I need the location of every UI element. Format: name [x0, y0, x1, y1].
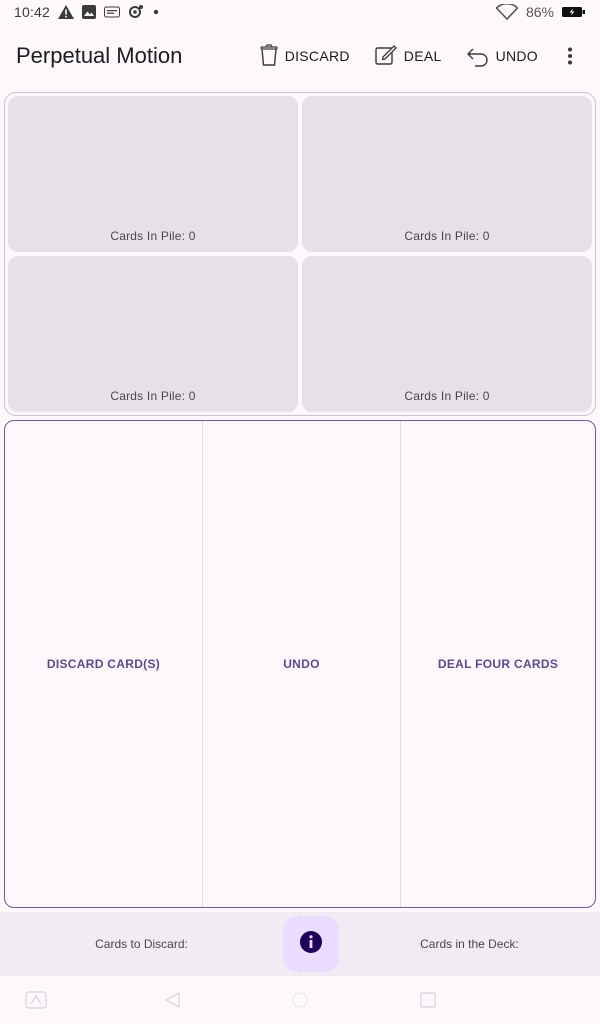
- status-bar: 10:42 86%: [0, 0, 600, 24]
- app-title: Perpetual Motion: [16, 43, 183, 68]
- undo-action-label: UNDO: [495, 48, 538, 64]
- info-bar: Cards to Discard: Cards in the Deck:: [0, 912, 600, 976]
- back-icon[interactable]: [160, 990, 184, 1010]
- image-icon: [82, 5, 97, 19]
- cards-in-deck-label: Cards in the Deck:: [420, 937, 519, 951]
- pile-grid: Cards In Pile: 0 Cards In Pile: 0 Cards …: [4, 92, 596, 416]
- edit-square-icon: [374, 43, 398, 70]
- deal-action-button[interactable]: DEAL: [366, 36, 450, 76]
- discard-cards-button[interactable]: DISCARD CARD(S): [5, 421, 202, 907]
- info-divider: [299, 912, 300, 916]
- pile-4[interactable]: Cards In Pile: 0: [302, 256, 592, 412]
- warning-icon: [58, 5, 75, 19]
- accessibility-icon[interactable]: [24, 990, 48, 1010]
- nav-bar: [0, 976, 600, 1024]
- recents-icon[interactable]: [418, 990, 438, 1010]
- undo-icon: [466, 43, 490, 70]
- pile-count-label: Cards In Pile: 0: [404, 229, 490, 243]
- info-icon: [299, 930, 323, 959]
- undo-button[interactable]: UNDO: [203, 421, 400, 907]
- discard-action-label: DISCARD: [284, 48, 350, 64]
- more-vert-icon[interactable]: [550, 36, 590, 76]
- battery-percent: 86%: [525, 4, 554, 20]
- undo-action-button[interactable]: UNDO: [458, 36, 546, 76]
- action-panel: DISCARD CARD(S) UNDO DEAL FOUR CARDS: [4, 420, 596, 908]
- deal-action-label: DEAL: [403, 48, 442, 64]
- pile-3[interactable]: Cards In Pile: 0: [8, 256, 298, 412]
- pile-count-label: Cards In Pile: 0: [110, 229, 196, 243]
- photos-icon: [104, 6, 121, 18]
- gear-bug-icon: [128, 4, 144, 20]
- deal-four-cards-button[interactable]: DEAL FOUR CARDS: [401, 421, 595, 907]
- status-left: 10:42: [14, 4, 160, 20]
- info-button[interactable]: [283, 916, 339, 972]
- battery-icon: [562, 6, 586, 18]
- discard-action-button[interactable]: DISCARD: [251, 36, 358, 76]
- pile-count-label: Cards In Pile: 0: [110, 389, 196, 403]
- status-right: 86%: [495, 4, 586, 20]
- dot-icon: [152, 8, 160, 16]
- app-bar: Perpetual Motion DISCARD DEAL UNDO: [0, 24, 600, 88]
- pile-count-label: Cards In Pile: 0: [404, 389, 490, 403]
- cards-to-discard-label: Cards to Discard:: [95, 937, 188, 951]
- trash-icon: [259, 43, 279, 70]
- home-icon[interactable]: [290, 990, 310, 1010]
- pile-1[interactable]: Cards In Pile: 0: [8, 96, 298, 252]
- wifi-icon: [495, 4, 518, 20]
- status-time: 10:42: [14, 4, 51, 20]
- pile-2[interactable]: Cards In Pile: 0: [302, 96, 592, 252]
